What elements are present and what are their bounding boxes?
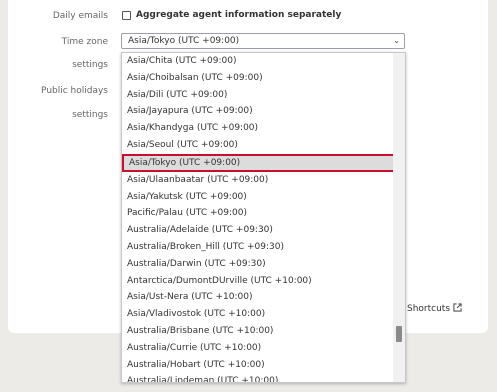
time-zone-option[interactable]: Asia/Choibalsan (UTC +09:00) [122, 70, 405, 87]
external-link-icon [453, 303, 462, 315]
settings-label-1: settings [72, 60, 108, 70]
time-zone-option[interactable]: Asia/Tokyo (UTC +09:00) [122, 153, 397, 172]
time-zone-dropdown-list[interactable]: Asia/Chita (UTC +09:00) Asia/Choibalsan (… [121, 52, 406, 383]
time-zone-option[interactable]: Asia/Vladivostok (UTC +10:00) [122, 306, 405, 323]
aggregate-agent-checkbox[interactable] [122, 10, 131, 20]
time-zone-option[interactable]: Australia/Lindeman (UTC +10:00) [122, 373, 405, 382]
time-zone-select[interactable]: Asia/Tokyo (UTC +09:00) ⌄ [121, 33, 405, 49]
time-zone-option[interactable]: Asia/Dili (UTC +09:00) [122, 87, 405, 104]
dropdown-scrollbar[interactable] [393, 53, 405, 382]
time-zone-selected-value: Asia/Tokyo (UTC +09:00) [128, 36, 240, 46]
time-zone-option[interactable]: Australia/Adelaide (UTC +09:30) [122, 222, 405, 239]
time-zone-option[interactable]: Asia/Khandyga (UTC +09:00) [122, 120, 405, 137]
time-zone-option[interactable]: Antarctica/DumontDUrville (UTC +10:00) [122, 273, 405, 290]
time-zone-option[interactable]: Australia/Brisbane (UTC +10:00) [122, 323, 405, 340]
chevron-down-icon: ⌄ [393, 36, 400, 45]
time-zone-option[interactable]: Asia/Chita (UTC +09:00) [122, 53, 405, 70]
time-zone-option[interactable]: Asia/Seoul (UTC +09:00) [122, 137, 405, 154]
time-zone-label: Time zone [61, 37, 108, 47]
aggregate-agent-checkbox-row[interactable]: Aggregate agent information separately [122, 10, 341, 20]
time-zone-option[interactable]: Australia/Broken_Hill (UTC +09:30) [122, 239, 405, 256]
public-holidays-label: Public holidays [41, 86, 108, 96]
shortcuts-label: Shortcuts [407, 304, 451, 314]
settings-label-2: settings [72, 110, 108, 120]
time-zone-option[interactable]: Australia/Currie (UTC +10:00) [122, 340, 405, 357]
scrollbar-thumb[interactable] [396, 326, 402, 342]
time-zone-option[interactable]: Asia/Jayapura (UTC +09:00) [122, 103, 405, 120]
time-zone-option[interactable]: Asia/Ust-Nera (UTC +10:00) [122, 289, 405, 306]
time-zone-option[interactable]: Asia/Ulaanbaatar (UTC +09:00) [122, 172, 405, 189]
aggregate-agent-label: Aggregate agent information separately [136, 10, 342, 20]
shortcuts-link[interactable]: Shortcuts [407, 303, 462, 315]
daily-emails-label: Daily emails [52, 11, 108, 21]
time-zone-option[interactable]: Pacific/Palau (UTC +09:00) [122, 205, 405, 222]
time-zone-option[interactable]: Asia/Yakutsk (UTC +09:00) [122, 189, 405, 206]
time-zone-option[interactable]: Australia/Darwin (UTC +09:30) [122, 256, 405, 273]
time-zone-option[interactable]: Australia/Hobart (UTC +10:00) [122, 357, 405, 374]
